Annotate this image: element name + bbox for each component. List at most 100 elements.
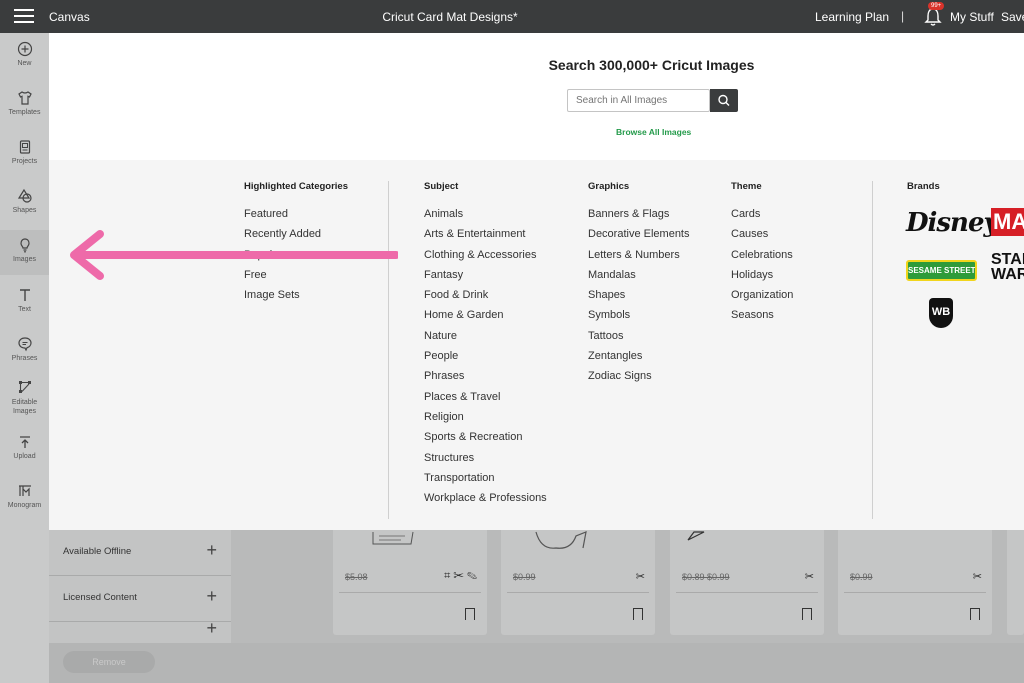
top-bar: Canvas Cricut Card Mat Designs* Learning…	[0, 0, 1024, 33]
upload-icon	[19, 436, 30, 448]
bulb-icon	[19, 238, 30, 253]
brand-marvel-logo[interactable]: MARVEL	[991, 208, 1024, 236]
brand-wb-logo[interactable]: WB	[929, 298, 953, 328]
search-input[interactable]	[567, 89, 710, 112]
notification-badge: 99+	[928, 2, 945, 10]
plus-circle-icon	[17, 41, 32, 57]
text-icon	[19, 289, 30, 301]
image-card[interactable]: $0.89 $0.99 ✂	[670, 530, 824, 635]
sidebar-item-upload[interactable]: Upload	[0, 434, 49, 460]
category-link[interactable]: Nature	[424, 330, 547, 350]
category-link[interactable]: Zodiac Signs	[588, 370, 690, 390]
filter-label: Available Offline	[63, 546, 132, 557]
image-results-area: Available Offline + Licensed Content + +…	[49, 530, 1024, 683]
sidebar-item-new[interactable]: New	[0, 41, 49, 67]
remove-button[interactable]: Remove	[63, 651, 155, 673]
sidebar-item-monogram[interactable]: Monogram	[0, 483, 49, 509]
category-link[interactable]: Featured	[244, 208, 348, 228]
plus-icon: +	[206, 540, 217, 560]
card-action-icons: ✂	[635, 571, 645, 583]
plus-icon: +	[206, 586, 217, 606]
category-link[interactable]: Transportation	[424, 472, 547, 492]
category-link[interactable]: Holidays	[731, 269, 793, 289]
sidebar-item-templates[interactable]: Templates	[0, 90, 49, 116]
brand-disney-logo[interactable]: Disney	[906, 208, 999, 238]
card-action-icons: ✂	[804, 571, 814, 583]
category-link[interactable]: Home & Garden	[424, 309, 547, 329]
category-link[interactable]: Sports & Recreation	[424, 431, 547, 451]
column-heading: Highlighted Categories	[244, 181, 348, 192]
category-link[interactable]: Zentangles	[588, 350, 690, 370]
bookmark-icon[interactable]	[970, 608, 980, 620]
search-icon	[718, 94, 730, 106]
category-link[interactable]: Food & Drink	[424, 289, 547, 309]
category-link[interactable]: Clothing & Accessories	[424, 249, 547, 269]
image-card[interactable]: $5.08 ⌗ ✂ ✎	[333, 530, 487, 635]
category-link[interactable]: Image Sets	[244, 289, 348, 309]
category-link[interactable]: Shapes	[588, 289, 690, 309]
filter-licensed-content[interactable]: Licensed Content +	[49, 576, 231, 622]
bookmark-icon[interactable]	[633, 608, 643, 620]
category-link[interactable]: Letters & Numbers	[588, 249, 690, 269]
sidebar-item-projects[interactable]: Projects	[0, 139, 49, 165]
category-link[interactable]: Mandalas	[588, 269, 690, 289]
category-link[interactable]: Arts & Entertainment	[424, 228, 547, 248]
card-action-icons: ⌗ ✂ ✎	[444, 570, 477, 582]
category-link[interactable]: Seasons	[731, 309, 793, 329]
category-link[interactable]: Banners & Flags	[588, 208, 690, 228]
sidebar-item-label: Templates	[8, 109, 41, 116]
search-title: Search 300,000+ Cricut Images	[548, 57, 755, 73]
sidebar-item-label: Projects	[11, 158, 38, 165]
left-sidebar: New Templates Projects Shapes Images Tex…	[0, 33, 49, 683]
subject-column: Subject Animals Arts & Entertainment Clo…	[424, 181, 547, 512]
category-link[interactable]: Religion	[424, 411, 547, 431]
image-card[interactable]: $0.99 ✂	[838, 530, 992, 635]
learning-plan-link[interactable]: Learning Plan	[815, 10, 889, 24]
card-price: $0.89 $0.99	[682, 572, 730, 582]
category-link[interactable]: Tattoos	[588, 330, 690, 350]
column-divider	[872, 181, 873, 519]
sidebar-item-label: Upload	[13, 453, 36, 460]
category-link[interactable]: Workplace & Professions	[424, 492, 547, 512]
bottom-bar: Remove	[49, 643, 1024, 683]
sidebar-item-images[interactable]: Images	[0, 230, 49, 275]
brand-sesame-street-logo[interactable]: SESAME STREET	[906, 260, 977, 281]
topbar-separator: |	[901, 9, 905, 23]
browse-all-images-link[interactable]: Browse All Images	[616, 127, 691, 137]
filter-row-partial[interactable]: +	[49, 618, 231, 643]
category-link[interactable]: Organization	[731, 289, 793, 309]
project-title: Cricut Card Mat Designs*	[382, 10, 518, 24]
category-link[interactable]: People	[424, 350, 547, 370]
sidebar-item-phrases[interactable]: Phrases	[0, 336, 49, 362]
filter-available-offline[interactable]: Available Offline +	[49, 530, 231, 576]
category-link[interactable]: Phrases	[424, 370, 547, 390]
category-link[interactable]: Decorative Elements	[588, 228, 690, 248]
save-button[interactable]: Save	[1001, 10, 1024, 24]
my-stuff-link[interactable]: My Stuff	[950, 10, 994, 24]
image-card-partial[interactable]	[1007, 530, 1024, 635]
image-card[interactable]: $0.99 ✂	[501, 530, 655, 635]
sidebar-item-label: Phrases	[11, 355, 38, 362]
sidebar-item-text[interactable]: Text	[0, 287, 49, 313]
image-thumbnail-icon	[535, 531, 587, 549]
sidebar-item-shapes[interactable]: Shapes	[0, 188, 49, 214]
image-thumbnail-icon	[372, 531, 414, 545]
bell-icon[interactable]	[924, 7, 942, 27]
category-link[interactable]: Places & Travel	[424, 391, 547, 411]
category-link[interactable]: Animals	[424, 208, 547, 228]
category-link[interactable]: Causes	[731, 228, 793, 248]
category-link[interactable]: Structures	[424, 452, 547, 472]
bookmark-icon[interactable]	[802, 608, 812, 620]
search-button[interactable]	[710, 89, 738, 112]
sidebar-item-editable-images[interactable]: Editable Images	[0, 379, 49, 416]
category-link[interactable]: Fantasy	[424, 269, 547, 289]
sidebar-item-label: Shapes	[12, 207, 37, 214]
bookmark-icon[interactable]	[465, 608, 475, 620]
category-link[interactable]: Symbols	[588, 309, 690, 329]
brand-star-wars-logo[interactable]: STAR WARS	[991, 252, 1024, 286]
pink-arrow-annotation	[70, 230, 398, 280]
category-link[interactable]: Cards	[731, 208, 793, 228]
card-price: $0.99	[850, 572, 873, 582]
column-heading: Brands	[907, 181, 940, 192]
category-link[interactable]: Celebrations	[731, 249, 793, 269]
